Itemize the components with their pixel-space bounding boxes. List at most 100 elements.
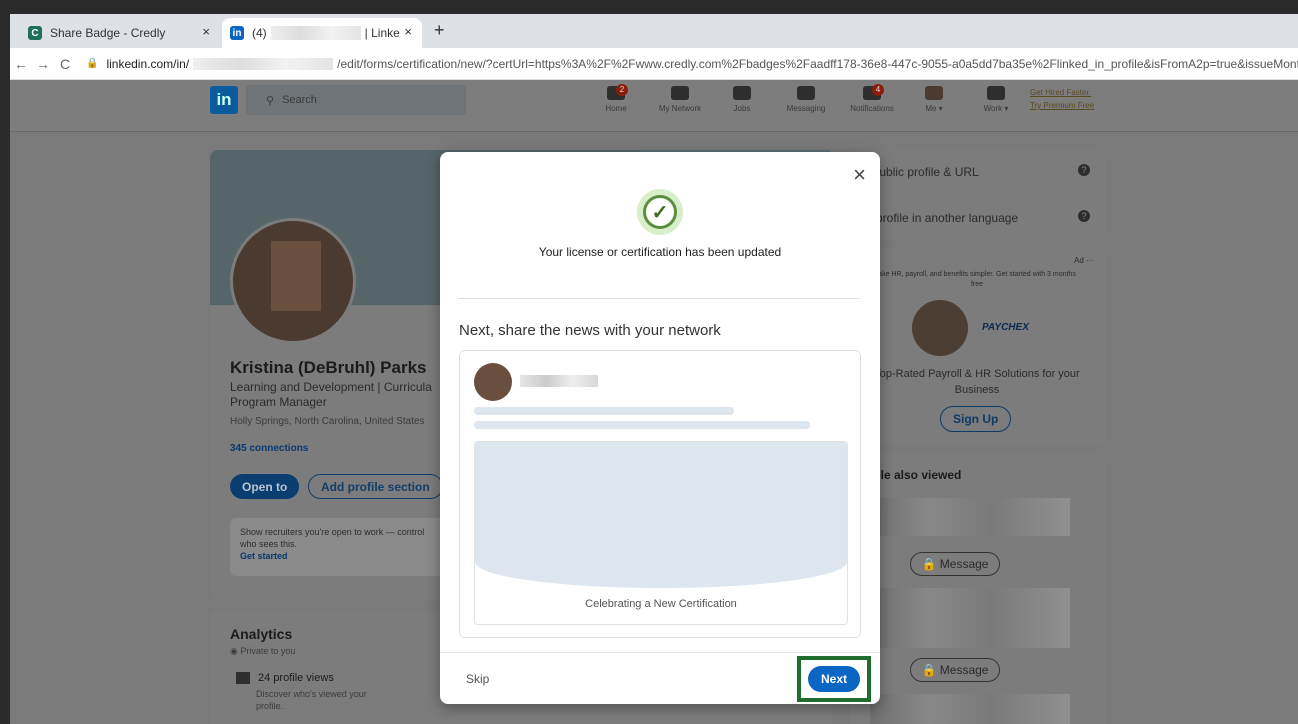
nav-jobs[interactable]: Jobs	[714, 84, 770, 113]
reload-icon[interactable]: C	[54, 56, 76, 72]
linkedin-logo-icon[interactable]: in	[210, 86, 238, 114]
nav-label: Notifications	[850, 104, 894, 113]
profile-headline: Learning and Development | Curricula Pro…	[230, 380, 432, 410]
linkedin-favicon-icon: in	[230, 26, 244, 40]
open-to-button[interactable]: Open to	[230, 474, 300, 499]
linkedin-page: in ⚲ Search 2 Home My Network Jobs Messag…	[10, 80, 1298, 724]
nav-my-network[interactable]: My Network	[652, 84, 708, 113]
profile-views[interactable]: 24 profile views	[236, 672, 334, 685]
other-language-link[interactable]: d profile in another language?	[850, 196, 1106, 240]
share-heading: Next, share the news with your network	[459, 322, 721, 339]
certification-image-card: Celebrating a New Certification	[474, 441, 848, 625]
skip-button[interactable]: Skip	[466, 672, 489, 686]
ad-card: Ad ··· ake HR, payroll, and benefits sim…	[850, 248, 1106, 446]
checkmark-icon: ✓	[643, 195, 677, 229]
people-also-viewed-title: ople also viewed	[866, 468, 962, 482]
nav-label: My Network	[658, 104, 702, 113]
get-started-link[interactable]: Get started	[240, 550, 440, 562]
blurred-url-segment	[193, 57, 334, 70]
search-placeholder: Search	[282, 94, 317, 106]
avatar	[925, 86, 943, 100]
next-button-highlight: Next	[797, 656, 871, 702]
update-confirmation-text: Your license or certification has been u…	[538, 245, 782, 259]
blurred-person	[870, 694, 1070, 724]
nav-label: Me ▾	[925, 104, 943, 113]
private-label: Private to you	[240, 646, 296, 656]
people-icon	[236, 672, 250, 685]
message-button[interactable]: 🔒 Message	[910, 658, 1000, 682]
network-icon	[671, 86, 689, 100]
sign-up-button[interactable]: Sign Up	[940, 406, 1012, 432]
headline-line2: Program Manager	[230, 395, 327, 409]
certification-image	[475, 442, 847, 588]
other-language-label: d profile in another language	[866, 211, 1019, 225]
ad-content: Ad ··· ake HR, payroll, and benefits sim…	[850, 248, 1106, 446]
forward-icon[interactable]: →	[32, 56, 54, 72]
profile-name: Kristina (DeBruhl) Parks	[230, 358, 427, 377]
messaging-icon	[797, 86, 815, 100]
grid-icon	[987, 86, 1005, 100]
nav-label: Work ▾	[983, 104, 1009, 113]
nav-work[interactable]: Work ▾	[968, 84, 1024, 113]
nav-messaging[interactable]: Messaging	[778, 84, 834, 113]
eye-icon: ◉	[230, 646, 241, 656]
tab-label: Share Badge - Credly	[50, 26, 166, 40]
profile-avatar[interactable]	[230, 218, 356, 344]
blurred-person	[870, 588, 1070, 648]
help-icon[interactable]: ?	[1078, 164, 1090, 176]
add-profile-section-button[interactable]: Add profile section	[308, 474, 443, 499]
linkedin-header: in ⚲ Search 2 Home My Network Jobs Messag…	[10, 80, 1298, 132]
home-badge: 2	[616, 84, 628, 96]
public-profile-label: t public profile & URL	[866, 165, 979, 179]
tab-label-suffix: | Linke	[364, 26, 400, 40]
divider	[458, 298, 860, 299]
text-placeholder-line	[474, 421, 810, 429]
browser-window: C Share Badge - Credly × in (4) | Linke …	[10, 14, 1298, 724]
profile-location: Holly Springs, North Carolina, United St…	[230, 416, 425, 427]
views-count: 24 profile views	[258, 672, 334, 684]
post-preview: Celebrating a New Certification	[459, 350, 861, 638]
premium-line2: Try Premium Free	[1030, 101, 1095, 110]
tab-linkedin[interactable]: in (4) | Linke ×	[222, 18, 422, 48]
nav-me[interactable]: Me ▾	[906, 84, 962, 113]
nav-label: Home	[605, 104, 627, 113]
premium-line1: Get Hired Faster.	[1030, 88, 1091, 97]
otw-text: Show recruiters you're open to work — co…	[240, 527, 425, 549]
close-tab-icon[interactable]: ×	[202, 24, 210, 39]
address-bar: ← → C 🔒 linkedin.com/in/ /edit/forms/cer…	[10, 48, 1298, 80]
url-field[interactable]: 🔒 linkedin.com/in/ /edit/forms/certifica…	[86, 57, 1298, 71]
lock-icon: 🔒	[86, 58, 99, 69]
help-icon[interactable]: ?	[1078, 210, 1090, 222]
close-tab-icon[interactable]: ×	[404, 24, 412, 39]
new-tab-icon[interactable]: +	[434, 20, 445, 41]
ad-avatar	[912, 300, 968, 356]
close-icon[interactable]: ×	[853, 164, 866, 186]
avatar	[474, 363, 512, 401]
search-input[interactable]: ⚲ Search	[246, 85, 466, 115]
blurred-name	[270, 26, 361, 40]
search-icon: ⚲	[266, 94, 275, 107]
success-check-icon: ✓	[637, 189, 683, 235]
share-certification-dialog: × ✓ Your license or certification has be…	[440, 152, 880, 704]
ad-headline: Top-Rated Payroll & HR Solutions for you…	[874, 368, 1080, 396]
url-host: linkedin.com/in/	[106, 56, 190, 71]
open-to-work-card: Show recruiters you're open to work — co…	[230, 518, 450, 576]
next-button[interactable]: Next	[808, 666, 860, 692]
headline-line1: Learning and Development | Curricula	[230, 380, 432, 394]
profile-settings-card: t public profile & URL? d profile in ano…	[850, 150, 1106, 240]
tab-credly[interactable]: C Share Badge - Credly ×	[20, 18, 220, 48]
message-button[interactable]: 🔒 Message	[910, 552, 1000, 576]
text-placeholder-line	[474, 407, 734, 415]
public-profile-link[interactable]: t public profile & URL?	[850, 150, 1106, 194]
ad-text: ake HR, payroll, and benefits simpler. G…	[878, 271, 1076, 288]
ad-label[interactable]: Ad ···	[1074, 256, 1094, 265]
premium-link[interactable]: Get Hired Faster. Try Premium Free	[1030, 86, 1094, 112]
back-icon[interactable]: ←	[10, 56, 32, 72]
analytics-title: Analytics	[230, 626, 293, 642]
connections-link[interactable]: 345 connections	[230, 443, 308, 454]
briefcase-icon	[733, 86, 751, 100]
people-also-viewed-card: ople also viewed 🔒 Message 🔒 Message	[850, 454, 1106, 724]
url-path: /edit/forms/certification/new/?certUrl=h…	[337, 56, 1298, 71]
nav-home[interactable]: 2 Home	[588, 84, 644, 113]
nav-notifications[interactable]: 4 Notifications	[844, 84, 900, 113]
